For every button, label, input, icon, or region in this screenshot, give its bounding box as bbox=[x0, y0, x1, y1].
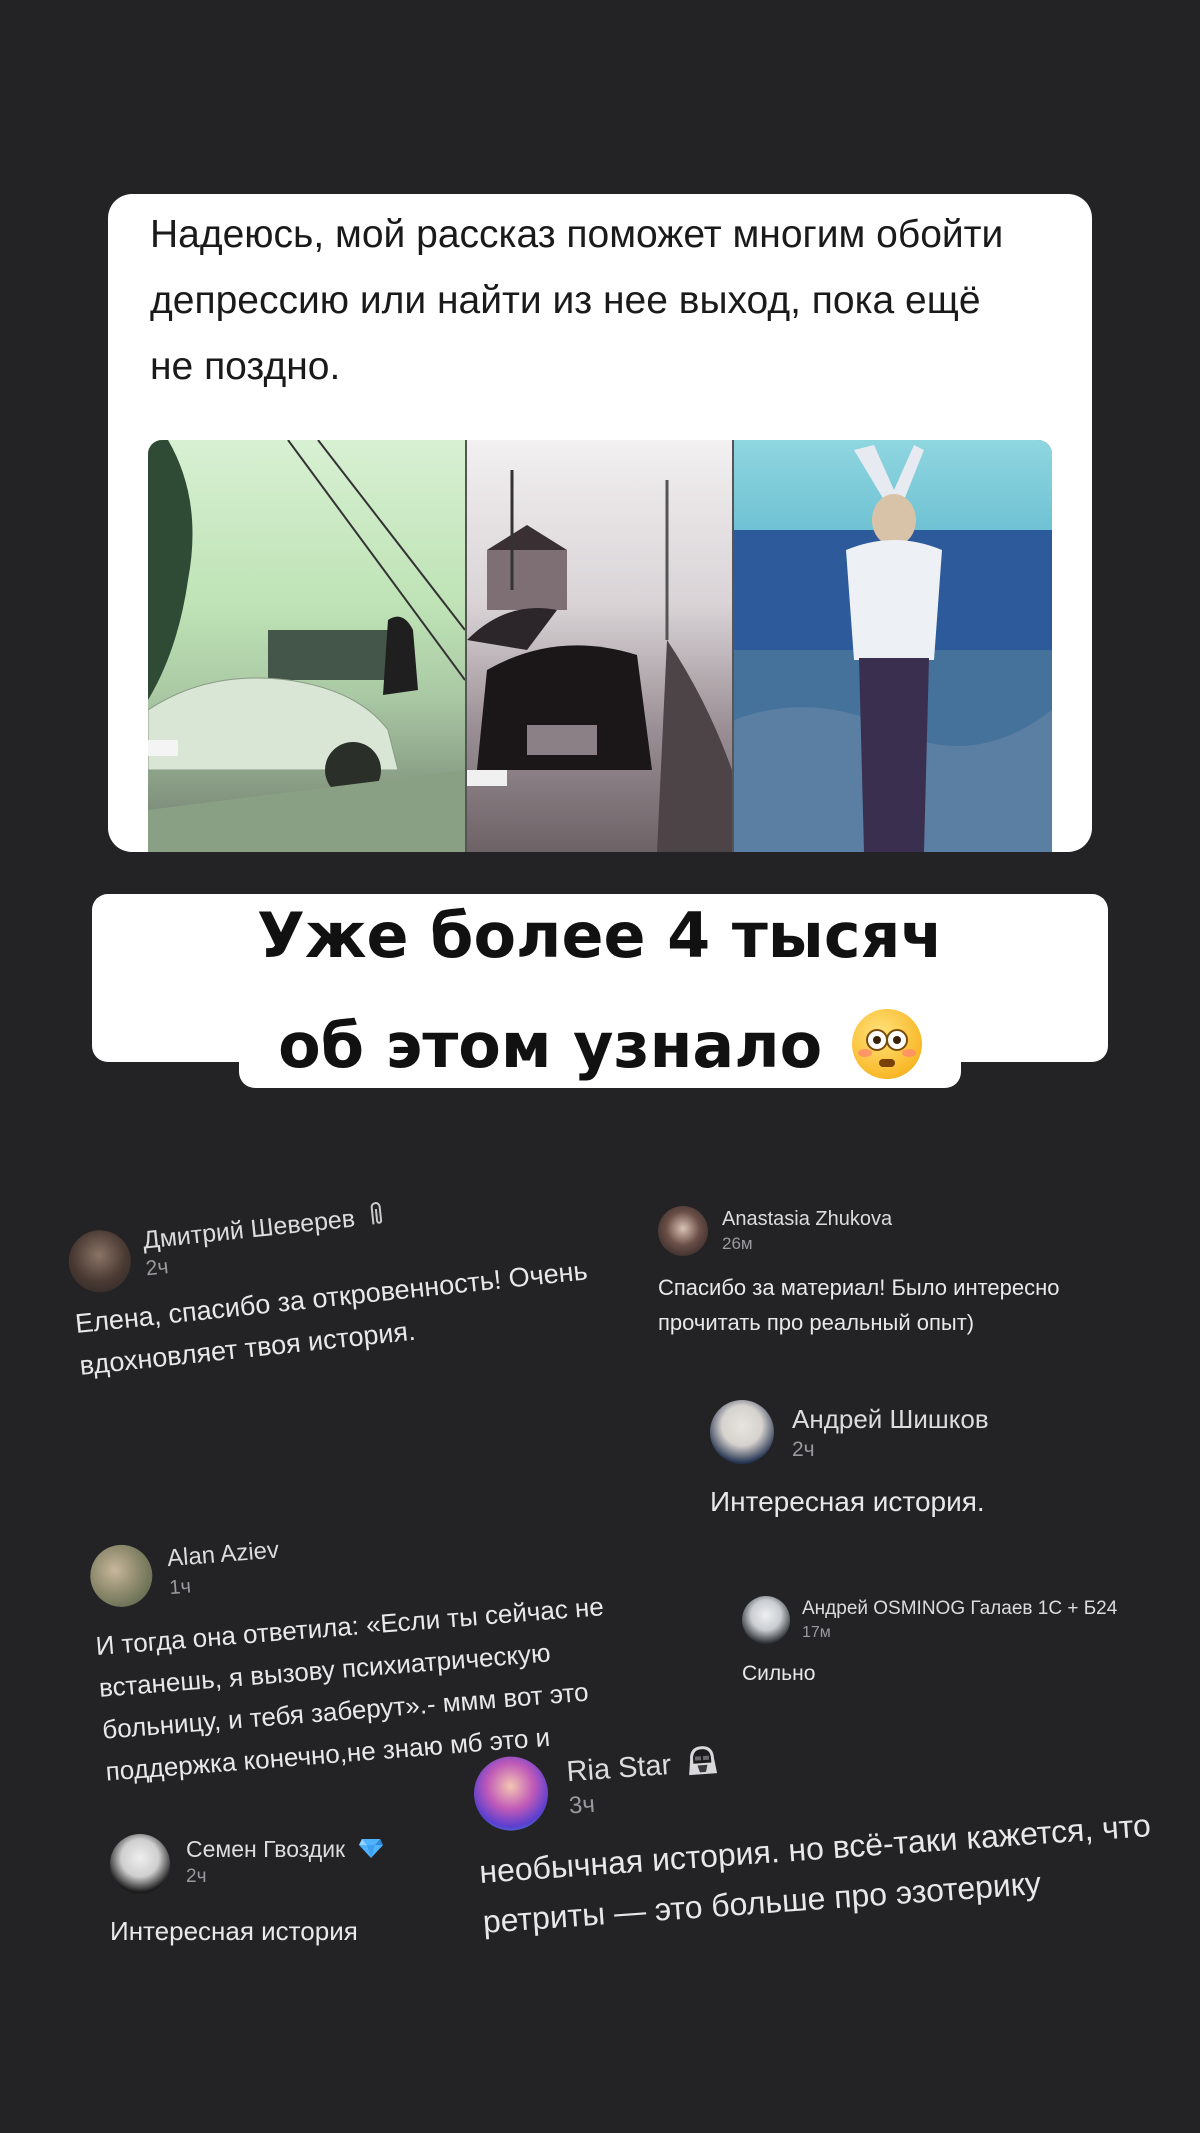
comment-author-name[interactable]: Alan Aziev bbox=[166, 1536, 280, 1573]
comment-time: 1ч bbox=[168, 1575, 192, 1600]
comment-dmitry: Дмитрий Шеверев 2ч Елена, спасибо за отк… bbox=[40, 1115, 678, 1381]
comment-andrey-shishkov: Андрей Шишков 2ч Интересная история. bbox=[700, 1396, 1120, 1526]
comment-andrey-galaev: Андрей OSMINOG Галаев 1С + Б24 17м Сильн… bbox=[730, 1588, 1150, 1698]
comment-ria-star: Ria Star 3ч необычная история. но всё-та… bbox=[460, 1689, 1178, 2017]
comment-time: 17м bbox=[802, 1624, 831, 1641]
comment-author-name[interactable]: Андрей Шишков bbox=[792, 1404, 989, 1435]
post-photos bbox=[148, 440, 1052, 852]
flushed-face-emoji bbox=[851, 1009, 922, 1079]
comment-author-name[interactable]: Ria Star bbox=[566, 1749, 673, 1788]
photo-car-road[interactable] bbox=[467, 440, 732, 852]
avatar[interactable] bbox=[87, 1542, 155, 1610]
comment-author[interactable]: Семен Гвоздик bbox=[186, 1836, 384, 1865]
avatar[interactable] bbox=[710, 1400, 774, 1464]
comment-text: Интересная история bbox=[110, 1916, 358, 1946]
avatar[interactable] bbox=[65, 1227, 134, 1296]
headline-line-2: об этом узнало bbox=[239, 1004, 961, 1088]
comment-anastasia: Anastasia Zhukova 26м Спасибо за материа… bbox=[650, 1196, 1120, 1356]
post-card: Надеюсь, мой рассказ поможет многим обой… bbox=[108, 194, 1092, 852]
comment-author[interactable]: Дмитрий Шеверев bbox=[141, 1198, 388, 1260]
headline-line-2-text: об этом узнало bbox=[278, 1009, 823, 1082]
comment-time: 2ч bbox=[792, 1438, 815, 1461]
photo-girl-sea[interactable] bbox=[734, 440, 1052, 852]
comment-text: Спасибо за материал! Было интересно проч… bbox=[658, 1275, 1060, 1335]
comment-text: необычная история. но всё-таки кажется, … bbox=[478, 1807, 1152, 1940]
comment-time: 26м bbox=[722, 1234, 753, 1253]
comment-time: 3ч bbox=[568, 1790, 596, 1820]
avatar[interactable] bbox=[471, 1754, 551, 1834]
comment-author[interactable]: Ria Star bbox=[565, 1742, 720, 1795]
headline-line-2-row: об этом узнало bbox=[0, 1004, 1200, 1088]
comment-text: Интересная история. bbox=[710, 1486, 985, 1517]
comment-alan: Alan Aziev 1ч И тогда она ответила: «Есл… bbox=[80, 1502, 684, 1787]
post-text: Надеюсь, мой рассказ поможет многим обой… bbox=[150, 213, 1004, 388]
avatar[interactable] bbox=[110, 1834, 170, 1894]
avatar[interactable] bbox=[742, 1596, 790, 1644]
comment-author-name[interactable]: Семен Гвоздик bbox=[186, 1836, 345, 1862]
paperclip-icon bbox=[366, 1198, 388, 1237]
comment-author-name[interactable]: Anastasia Zhukova bbox=[722, 1208, 892, 1231]
photo-car-girl[interactable] bbox=[148, 440, 465, 852]
comment-text: Сильно bbox=[742, 1662, 816, 1685]
comment-time: 2ч bbox=[186, 1866, 207, 1887]
comment-semen: Семен Гвоздик 2ч Интересная история bbox=[108, 1830, 488, 1950]
diamond-emoji bbox=[358, 1837, 384, 1865]
comment-time: 2ч bbox=[144, 1255, 170, 1281]
avatar[interactable] bbox=[658, 1206, 708, 1256]
darth-vader-emoji bbox=[684, 1742, 721, 1786]
comment-author-name[interactable]: Андрей OSMINOG Галаев 1С + Б24 bbox=[802, 1598, 1117, 1620]
comment-author-name[interactable]: Дмитрий Шеверев bbox=[141, 1204, 356, 1254]
